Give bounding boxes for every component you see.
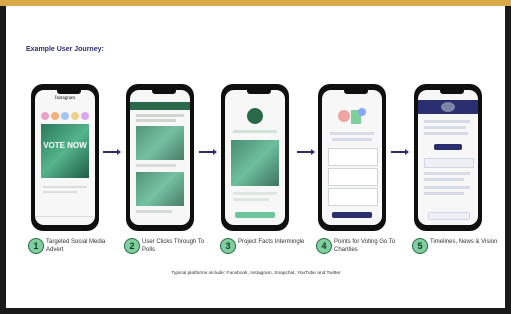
step-label-4: Points for Voting Go To Charities [334, 239, 396, 253]
charity-illustration [336, 104, 368, 128]
slide: Example User Journey: Instagram VOTE NOW [6, 6, 505, 308]
phone-notch [344, 90, 368, 94]
facts-line [233, 198, 269, 201]
step-label-1: Targeted Social Media Advert [46, 239, 106, 253]
timelines-header [418, 100, 478, 114]
step-number-1: 1 [28, 238, 44, 254]
facts-image[interactable] [231, 140, 279, 186]
timeline-line [424, 178, 464, 181]
facts-line [233, 192, 277, 195]
profile-avatar [441, 102, 455, 112]
step-4: 4 Points for Voting Go To Charities [316, 236, 406, 266]
phone-screen [322, 90, 382, 225]
charity-text-line [332, 138, 372, 141]
facts-button[interactable] [235, 212, 275, 218]
poll-image[interactable] [136, 126, 184, 160]
news-line [424, 126, 466, 129]
poll-option-line [136, 210, 172, 213]
caption-line [43, 186, 87, 188]
phone-charities [318, 84, 386, 231]
step-number-5: 5 [412, 238, 428, 254]
charity-icon [338, 108, 366, 124]
timeline-line [424, 172, 470, 175]
facts-line [233, 130, 277, 133]
advert-overlay-text: VOTE NOW [43, 141, 87, 150]
advert-image[interactable]: VOTE NOW [41, 124, 89, 178]
poll-question-line [136, 114, 184, 117]
bottom-nav-divider [35, 216, 95, 217]
arrow-right-icon [199, 149, 217, 155]
charity-card[interactable] [328, 168, 378, 186]
slide-title: Example User Journey: [26, 46, 104, 53]
step-label-3: Project Facts Intermingle [238, 239, 305, 245]
step-3: 3 Project Facts Intermingle [220, 236, 310, 266]
phone-notch [152, 90, 176, 94]
step-label-5: Timelines, News & Vision [430, 239, 498, 245]
step-2: 2 User Clicks Through To Polls [124, 236, 214, 266]
phone-notch [247, 90, 271, 94]
step-1: 1 Targeted Social Media Advert [28, 236, 118, 266]
footer-chip[interactable] [428, 212, 470, 220]
phone-instagram-advert: Instagram VOTE NOW [31, 84, 99, 231]
phone-notch [57, 90, 81, 94]
timeline-bar [424, 158, 474, 168]
step-5: 5 Timelines, News & Vision [412, 236, 502, 266]
phone-project-facts [221, 84, 289, 231]
read-more-button[interactable] [434, 144, 462, 150]
step-number-2: 2 [124, 238, 140, 254]
charity-card[interactable] [328, 148, 378, 166]
phone-notch [440, 90, 464, 94]
platforms-footnote: Typical platforms include: Facebook, Ins… [171, 271, 341, 276]
phone-screen: Instagram VOTE NOW [35, 90, 95, 225]
instagram-app-name: Instagram [55, 96, 75, 101]
phone-screen [418, 90, 478, 225]
arrow-right-icon [103, 149, 121, 155]
stories-icons [41, 112, 89, 120]
timeline-line [424, 192, 464, 195]
charity-card[interactable] [328, 188, 378, 206]
charity-text-line [330, 132, 374, 135]
phone-polls [126, 84, 194, 231]
donate-button[interactable] [332, 212, 372, 218]
timeline-line [424, 186, 470, 189]
project-logo [247, 108, 263, 124]
phone-screen [225, 90, 285, 225]
arrow-right-icon [391, 149, 409, 155]
arrow-right-icon [297, 149, 315, 155]
news-line [424, 120, 470, 123]
news-line [424, 132, 468, 135]
phone-screen [130, 90, 190, 225]
step-number-4: 4 [316, 238, 332, 254]
poll-image[interactable] [136, 172, 184, 206]
poll-option-line [136, 164, 176, 167]
poll-question-line [136, 119, 176, 122]
step-number-3: 3 [220, 238, 236, 254]
step-label-2: User Clicks Through To Polls [142, 239, 205, 253]
caption-line [43, 191, 77, 193]
polls-header [130, 102, 190, 110]
stories-row [40, 108, 92, 120]
phone-timelines [414, 84, 482, 231]
